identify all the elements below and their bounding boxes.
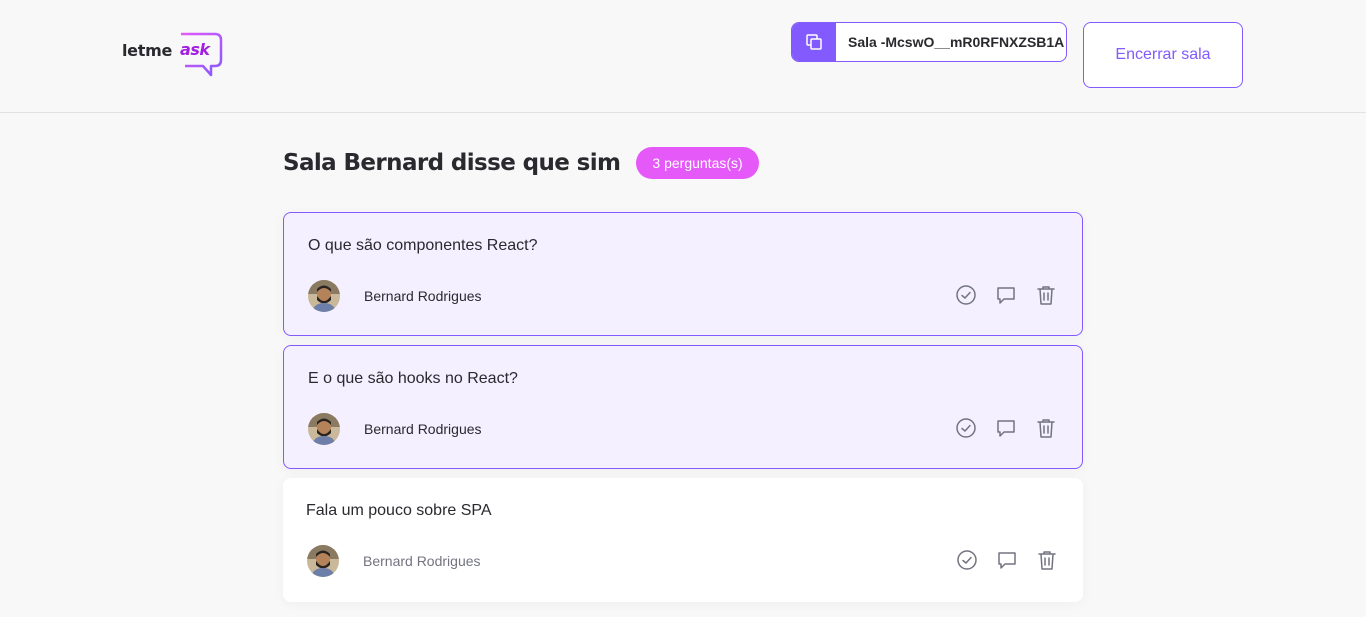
trash-icon xyxy=(1037,419,1055,438)
avatar xyxy=(308,413,340,445)
delete-question-button[interactable] xyxy=(1034,416,1058,440)
room-main: Sala Bernard disse que sim 3 perguntas(s… xyxy=(283,113,1083,611)
question-actions xyxy=(954,283,1058,307)
author-name: Bernard Rodrigues xyxy=(364,421,482,437)
room-title-bar: Sala Bernard disse que sim 3 perguntas(s… xyxy=(283,147,1083,179)
chat-bubble-icon xyxy=(997,287,1015,304)
question-author: Bernard Rodrigues xyxy=(308,280,482,312)
logo-speech-bubble: ask xyxy=(175,32,223,78)
question-count-badge: 3 perguntas(s) xyxy=(636,147,759,179)
highlight-question-button[interactable] xyxy=(994,416,1018,440)
highlight-question-button[interactable] xyxy=(994,283,1018,307)
trash-icon xyxy=(1037,286,1055,305)
copy-icon xyxy=(792,23,836,61)
question-actions xyxy=(955,548,1059,572)
question-author: Bernard Rodrigues xyxy=(308,413,482,445)
check-circle-icon xyxy=(956,285,976,305)
letmeask-logo: letme ask xyxy=(122,32,223,78)
logo-text: letme xyxy=(122,41,173,60)
question-list: O que são componentes React? Bernard Rod… xyxy=(283,212,1083,602)
chat-bubble-icon xyxy=(998,552,1016,569)
mark-answered-button[interactable] xyxy=(954,416,978,440)
author-name: Bernard Rodrigues xyxy=(363,553,481,569)
trash-icon xyxy=(1038,551,1056,570)
room-code-copy-button[interactable]: Sala -McswO__mR0RFNXZSB1A xyxy=(791,22,1067,62)
delete-question-button[interactable] xyxy=(1035,548,1059,572)
room-code-label: Sala -McswO__mR0RFNXZSB1A xyxy=(848,34,1065,50)
question-author: Bernard Rodrigues xyxy=(307,545,481,577)
question-card: O que são componentes React? Bernard Rod… xyxy=(283,212,1083,336)
page-title: Sala Bernard disse que sim xyxy=(283,150,621,176)
end-room-button[interactable]: Encerrar sala xyxy=(1083,22,1243,88)
chat-bubble-icon xyxy=(997,420,1015,437)
question-card: Fala um pouco sobre SPA Bernard Rodrigue… xyxy=(283,478,1083,602)
check-circle-icon xyxy=(957,550,977,570)
question-content: Fala um pouco sobre SPA xyxy=(306,502,492,519)
highlight-question-button[interactable] xyxy=(995,548,1019,572)
mark-answered-button[interactable] xyxy=(954,283,978,307)
question-content: O que são componentes React? xyxy=(308,237,538,254)
avatar xyxy=(308,280,340,312)
author-name: Bernard Rodrigues xyxy=(364,288,482,304)
app-header: letme ask Sala -McswO__mR0RFNXZSB1A Ence… xyxy=(0,0,1366,113)
question-content: E o que são hooks no React? xyxy=(308,370,518,387)
mark-answered-button[interactable] xyxy=(955,548,979,572)
question-card: E o que são hooks no React? Bernard Rodr… xyxy=(283,345,1083,469)
delete-question-button[interactable] xyxy=(1034,283,1058,307)
logo-accent-text: ask xyxy=(180,40,210,59)
question-actions xyxy=(954,416,1058,440)
avatar xyxy=(307,545,339,577)
check-circle-icon xyxy=(956,418,976,438)
